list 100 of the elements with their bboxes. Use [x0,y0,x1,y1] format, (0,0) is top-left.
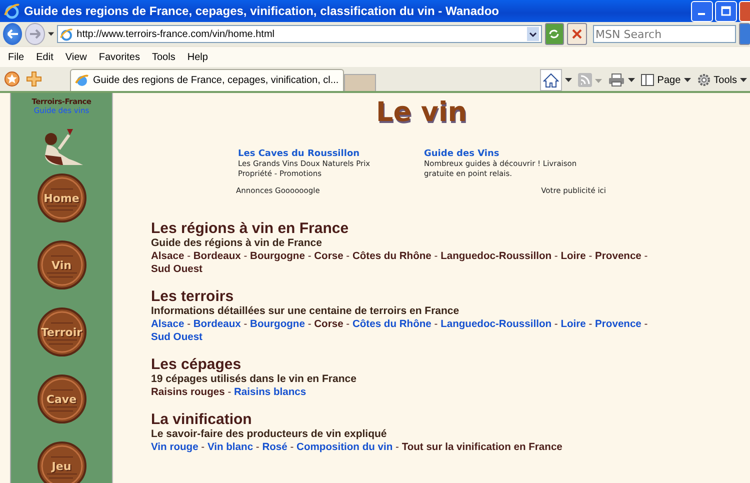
close-button[interactable] [739,0,750,22]
maximize-button[interactable] [715,0,737,22]
separator-text: - [186,319,192,330]
category-text: Bordeaux [193,251,241,262]
forward-arrow-icon [28,29,41,39]
separator-text: - [186,251,192,262]
category-text: Tout sur la vinification en France [402,442,562,453]
category-text: Corse [314,251,344,262]
category-text: Corse [314,319,344,330]
window-title: Guide des regions de France, cepages, vinification, classification du vin - Wanadoo [24,4,500,18]
page-title: Le vin [376,97,467,130]
search-button[interactable] [738,23,750,45]
close-icon [572,29,582,39]
menu-item[interactable]: Favorites [92,52,146,62]
category-link[interactable]: Alsace [151,319,184,330]
ad-link[interactable]: Les Caves du Roussillon [238,149,396,159]
section-subtitle: Le savoir-faire des producteurs de vin expliqué [151,428,388,441]
refresh-button[interactable] [544,23,564,45]
dropdown-icon[interactable] [526,27,539,41]
separator-text: - [306,251,312,262]
section-subtitle: 19 cépages utilisés dans le vin en France [151,373,358,386]
caret-icon[interactable] [628,78,636,82]
menu-item[interactable]: Edit [30,52,60,62]
back-arrow-icon [6,29,19,39]
category-link[interactable]: Rosé [262,442,288,453]
separator-text: - [200,442,206,453]
separator-text: - [643,251,648,262]
gear-icon [696,73,711,87]
back-button[interactable] [3,23,22,45]
caret-icon[interactable] [48,32,54,36]
category-link[interactable]: Côtes du Rhône [352,319,432,330]
category-link[interactable]: Vin blanc [207,442,254,453]
refresh-icon [548,28,560,40]
tools-menu[interactable]: Tools [696,73,747,87]
printer-icon[interactable] [608,73,626,87]
menu-item[interactable]: Tools [146,52,182,62]
menu-item[interactable]: Help [181,52,214,62]
browser-logo-icon [4,3,20,19]
nav-button[interactable]: Home [36,173,86,223]
separator-text: - [242,251,248,262]
separator-text: - [588,319,594,330]
category-text: Côtes du Rhône [352,251,432,262]
nav-button[interactable]: Jeu [36,441,86,483]
caret-icon [740,78,747,82]
minimize-button[interactable] [691,0,713,22]
section-subtitle: Informations détaillées sur une centaine de terroirs en France [151,305,460,318]
category-text: Alsace [151,251,184,262]
section-heading: La vinification [151,412,253,428]
nav-button[interactable]: Terroir [36,307,86,357]
separator-text: - [553,319,559,330]
nav-button[interactable]: Vin [36,240,86,290]
separator-text: - [553,251,559,262]
menu-item[interactable]: View [59,52,93,62]
separator-text: - [289,442,295,453]
menu-item[interactable]: File [2,52,30,62]
section-subtitle: Guide des régions à vin de France [151,237,323,250]
separator-text: - [242,319,248,330]
category-text: Bourgogne [250,251,305,262]
nav-button[interactable]: Cave [36,374,86,424]
section-heading: Les cépages [151,357,242,373]
browser-tab[interactable]: Guide des regions de France, cepages, vinification, cl... [70,69,344,91]
home-icon [543,72,560,88]
ad-link[interactable]: Guide des Vins [424,149,582,159]
section-heading: Les terroirs [151,289,235,305]
category-link[interactable]: Vin rouge [151,442,198,453]
section-heading: Les régions à vin en France [151,221,350,237]
category-link[interactable]: Raisins blancs [234,387,306,398]
home-button[interactable] [540,69,562,91]
page-menu[interactable]: Page [641,74,691,86]
add-favorite-icon[interactable] [26,71,42,87]
separator-text: - [306,319,312,330]
caret-icon [684,78,691,82]
browser-logo-icon [60,28,73,40]
category-link[interactable]: Bourgogne [250,319,305,330]
category-link[interactable]: Languedoc-Roussillon [440,319,552,330]
category-link[interactable]: Provence [595,319,642,330]
search-field[interactable]: MSN Search [592,25,736,43]
separator-text: - [226,387,232,398]
separator-text: - [433,251,439,262]
category-link[interactable]: Composition du vin [296,442,393,453]
category-text: Loire [560,251,586,262]
separator-text: - [643,319,648,330]
address-field[interactable]: http://www.terroirs-france.com/vin/home.html [56,25,542,43]
category-text: Languedoc-Roussillon [440,251,552,262]
separator-text: - [254,442,260,453]
category-text: Raisins rouges [151,387,225,398]
category-link[interactable]: Loire [560,319,586,330]
category-link[interactable]: Sud Ouest [151,332,202,343]
separator-text: - [345,319,351,330]
separator-text: - [345,251,351,262]
stop-button[interactable] [567,23,587,45]
category-text: Provence [595,251,642,262]
browser-logo-icon [75,74,89,88]
category-text: Sud Ouest [151,264,202,275]
maximize-icon [721,6,731,16]
page-icon [641,74,654,86]
separator-text: - [588,251,594,262]
caret-icon[interactable] [565,78,572,82]
category-link[interactable]: Bordeaux [193,319,241,330]
separator-text: - [433,319,439,330]
